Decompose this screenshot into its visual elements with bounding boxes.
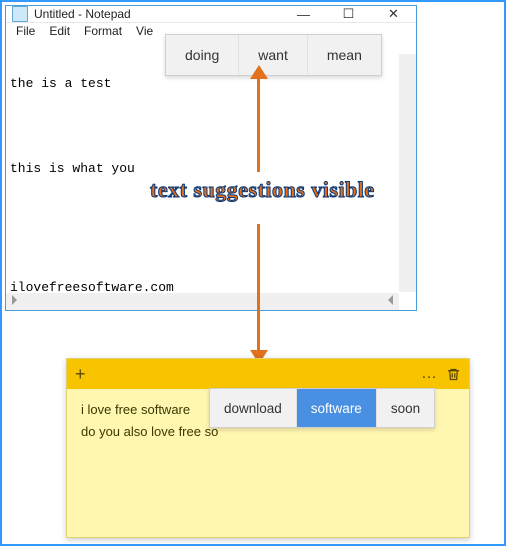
window-controls: — ☐ ✕ xyxy=(281,6,416,22)
trash-icon[interactable] xyxy=(446,367,461,382)
menu-view[interactable]: Vie xyxy=(130,23,159,39)
annotation-arrow-up xyxy=(257,77,260,172)
notepad-icon xyxy=(12,6,28,22)
text-line: the is a test xyxy=(10,75,412,92)
suggestion-bar-sticky: download software soon xyxy=(209,388,435,428)
suggestion-bar-notepad: doing want mean xyxy=(165,34,382,76)
menu-edit[interactable]: Edit xyxy=(43,23,76,39)
suggestion-item[interactable]: mean xyxy=(308,35,381,75)
suggestion-item[interactable]: soon xyxy=(377,389,434,427)
annotation-arrow-down xyxy=(257,224,260,352)
add-note-button[interactable]: + xyxy=(75,364,86,385)
notepad-titlebar[interactable]: Untitled - Notepad — ☐ ✕ xyxy=(6,6,416,23)
maximize-button[interactable]: ☐ xyxy=(326,6,371,22)
text-line: this is what you xyxy=(10,160,412,177)
suggestion-item-selected[interactable]: software xyxy=(297,389,377,427)
menu-format[interactable]: Format xyxy=(78,23,128,39)
suggestion-item[interactable]: download xyxy=(210,389,297,427)
scrollbar-vertical[interactable] xyxy=(399,54,416,292)
suggestion-item[interactable]: doing xyxy=(166,35,239,75)
scrollbar-horizontal[interactable] xyxy=(6,293,399,310)
notepad-title: Untitled - Notepad xyxy=(34,7,131,21)
menu-file[interactable]: File xyxy=(10,23,41,39)
annotation-label: text suggestions visible xyxy=(150,177,375,203)
sticky-header[interactable]: + … xyxy=(67,359,469,389)
menu-dots-button[interactable]: … xyxy=(421,365,438,383)
sticky-notes-window: + … i love free software do you also lov… xyxy=(66,358,470,538)
minimize-button[interactable]: — xyxy=(281,6,326,22)
close-button[interactable]: ✕ xyxy=(371,6,416,22)
